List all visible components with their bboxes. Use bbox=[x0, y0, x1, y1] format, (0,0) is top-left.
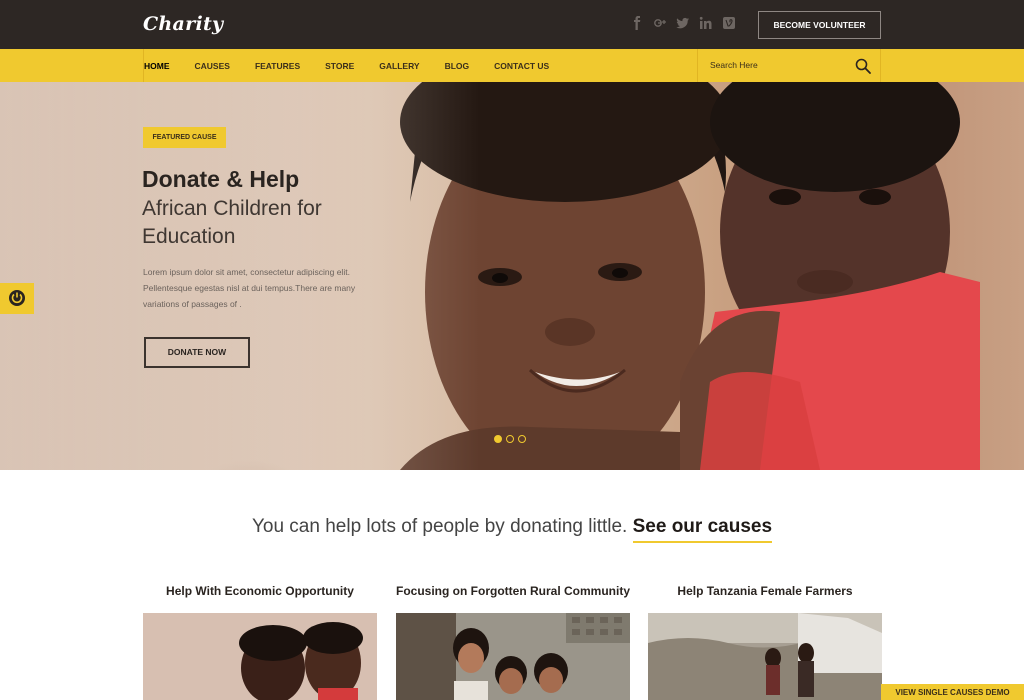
cause-title-2[interactable]: Focusing on Forgotten Rural Community bbox=[396, 584, 630, 598]
cause-image-2[interactable] bbox=[396, 613, 630, 700]
cause-image-3[interactable] bbox=[648, 613, 882, 700]
slider-dot-1[interactable] bbox=[494, 435, 502, 443]
social-links bbox=[630, 16, 736, 30]
search-box bbox=[697, 49, 881, 82]
nav-item-gallery[interactable]: GALLERY bbox=[379, 61, 419, 71]
tagline-text: You can help lots of people by donating … bbox=[251, 516, 628, 537]
hero-subtitle: African Children for Education bbox=[142, 197, 322, 248]
become-volunteer-button[interactable]: BECOME VOLUNTEER bbox=[758, 11, 881, 39]
nav-item-blog[interactable]: BLOG bbox=[445, 61, 470, 71]
main-nav: HOME CAUSES FEATURES STORE GALLERY BLOG … bbox=[0, 49, 1024, 82]
slider-dot-3[interactable] bbox=[518, 435, 526, 443]
cause-image-1[interactable] bbox=[143, 613, 377, 700]
see-causes-link[interactable]: See our causes bbox=[632, 516, 773, 543]
causes-tagline: You can help lots of people by donating … bbox=[0, 516, 1024, 543]
hero-slider: FEATURED CAUSE Donate & Help African Chi… bbox=[0, 82, 1024, 470]
hero-title: Donate & Help bbox=[142, 166, 300, 192]
nav-menu: HOME CAUSES FEATURES STORE GALLERY BLOG … bbox=[144, 49, 574, 82]
vine-icon[interactable] bbox=[722, 16, 736, 30]
featured-badge: FEATURED CAUSE bbox=[143, 127, 226, 148]
nav-item-home[interactable]: HOME bbox=[144, 61, 170, 71]
nav-container: HOME CAUSES FEATURES STORE GALLERY BLOG … bbox=[143, 49, 881, 82]
search-input[interactable] bbox=[710, 58, 840, 72]
facebook-icon[interactable] bbox=[630, 16, 644, 30]
slider-dots bbox=[494, 435, 526, 443]
nav-item-contact[interactable]: CONTACT US bbox=[494, 61, 549, 71]
top-bar: Charity BECOME VOLUNTEER bbox=[0, 0, 1024, 49]
linkedin-icon[interactable] bbox=[699, 16, 713, 30]
cause-title-1[interactable]: Help With Economic Opportunity bbox=[143, 584, 377, 598]
hero-description: Lorem ipsum dolor sit amet, consectetur … bbox=[143, 267, 356, 309]
view-single-causes-demo-button[interactable]: VIEW SINGLE CAUSES DEMO bbox=[881, 684, 1024, 700]
donate-now-button[interactable]: DONATE NOW bbox=[144, 337, 250, 368]
site-logo[interactable]: Charity bbox=[143, 13, 223, 35]
cause-title-3[interactable]: Help Tanzania Female Farmers bbox=[648, 584, 882, 598]
nav-item-store[interactable]: STORE bbox=[325, 61, 354, 71]
google-plus-icon[interactable] bbox=[653, 16, 667, 30]
slider-dot-2[interactable] bbox=[506, 435, 514, 443]
twitter-icon[interactable] bbox=[676, 16, 690, 30]
power-icon bbox=[9, 290, 25, 306]
nav-item-causes[interactable]: CAUSES bbox=[195, 61, 230, 71]
nav-item-features[interactable]: FEATURES bbox=[255, 61, 300, 71]
style-switcher-toggle[interactable] bbox=[0, 283, 34, 314]
search-icon[interactable] bbox=[855, 58, 871, 74]
